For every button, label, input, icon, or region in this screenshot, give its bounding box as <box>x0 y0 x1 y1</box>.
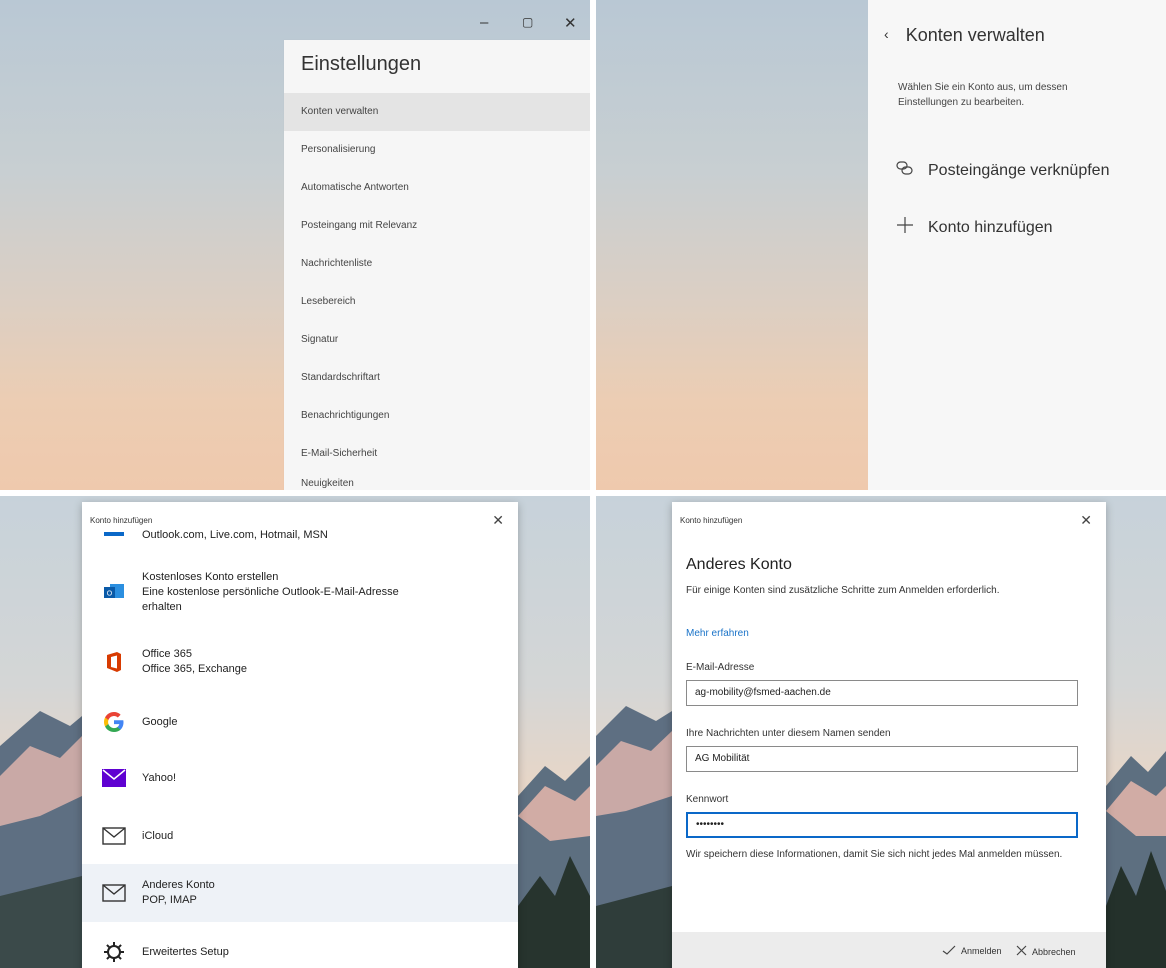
add-account-dialog: Konto hinzufügen ✕ Outlook.com, Live.com… <box>82 502 518 968</box>
dialog-footer: Anmelden Abbrechen <box>672 932 1106 968</box>
manage-accounts-description: Wählen Sie ein Konto aus, um dessen Eins… <box>898 82 1068 108</box>
settings-item-lesebereich[interactable]: Lesebereich <box>284 283 590 321</box>
settings-item-benachrichtigungen[interactable]: Benachrichtigungen <box>284 397 590 435</box>
office365-icon <box>102 650 126 674</box>
provider-label: Google <box>142 715 178 728</box>
provider-yahoo[interactable]: Yahoo! <box>82 758 518 798</box>
link-inboxes-button[interactable]: Posteingänge verknüpfen <box>896 160 1109 181</box>
settings-screenshot: – ▢ ✕ Einstellungen Konten verwalten Per… <box>0 0 590 490</box>
manage-accounts-screenshot: ‹ Konten verwalten Wählen Sie ein Konto … <box>596 0 1166 490</box>
form-heading: Anderes Konto <box>686 556 792 573</box>
email-label: E-Mail-Adresse <box>686 662 755 673</box>
svg-text:O: O <box>107 591 113 598</box>
manage-accounts-title: Konten verwalten <box>905 25 1045 45</box>
outlook-new-icon: O <box>102 580 126 604</box>
settings-item-personalisierung[interactable]: Personalisierung <box>284 131 590 169</box>
other-account-form-screenshot: Konto hinzufügen ✕ Anderes Konto Für ein… <box>596 496 1166 968</box>
outlook-bar-icon <box>102 523 126 547</box>
other-account-dialog: Konto hinzufügen ✕ Anderes Konto Für ein… <box>672 502 1106 968</box>
google-icon <box>102 710 126 734</box>
manage-accounts-header: ‹ Konten verwalten <box>884 25 1045 46</box>
settings-title: Einstellungen <box>301 53 422 75</box>
provider-label: Yahoo! <box>142 771 177 784</box>
email-field[interactable]: ag-mobility@fsmed-aachen.de <box>686 680 1078 706</box>
checkmark-icon <box>942 945 956 957</box>
settings-item-standardschriftart[interactable]: Standardschriftart <box>284 359 590 397</box>
provider-advanced-setup[interactable]: Erweitertes Setup <box>82 934 518 968</box>
provider-sublabel: Eine kostenlose persönliche Outlook-E-Ma… <box>142 585 399 598</box>
provider-label: Outlook.com, Live.com, Hotmail, MSN <box>142 528 328 541</box>
back-chevron-icon[interactable]: ‹ <box>884 26 889 42</box>
provider-text: Anderes Konto POP, IMAP <box>142 878 215 908</box>
save-info-note: Wir speichern diese Informationen, damit… <box>686 849 1063 860</box>
settings-item-email-sicherheit[interactable]: E-Mail-Sicherheit <box>284 435 590 473</box>
settings-item-signatur[interactable]: Signatur <box>284 321 590 359</box>
sign-in-button[interactable]: Anmelden <box>942 945 1002 957</box>
maximize-button[interactable]: ▢ <box>522 15 533 29</box>
provider-sublabel-cont: erhalten <box>142 600 182 613</box>
provider-create-account[interactable]: O Kostenloses Konto erstellen Eine koste… <box>82 564 518 620</box>
settings-item-neuigkeiten[interactable]: Neuigkeiten <box>284 473 590 490</box>
dialog-title: Konto hinzufügen <box>680 516 743 525</box>
mail-envelope-icon <box>102 824 126 848</box>
provider-label: Kostenloses Konto erstellen <box>142 570 279 583</box>
provider-text: Office 365 Office 365, Exchange <box>142 647 247 677</box>
provider-sublabel: Office 365, Exchange <box>142 663 247 675</box>
settings-item-posteingang-relevanz[interactable]: Posteingang mit Relevanz <box>284 207 590 245</box>
settings-item-nachrichtenliste[interactable]: Nachrichtenliste <box>284 245 590 283</box>
add-account-label: Konto hinzufügen <box>928 218 1053 236</box>
provider-office365[interactable]: Office 365 Office 365, Exchange <box>82 642 518 682</box>
gear-icon <box>102 940 126 964</box>
password-field[interactable]: •••••••• <box>686 812 1078 838</box>
settings-item-konten-verwalten[interactable]: Konten verwalten <box>284 93 590 131</box>
yahoo-icon <box>102 766 126 790</box>
settings-panel: Einstellungen Konten verwalten Personali… <box>284 40 590 490</box>
provider-text: Kostenloses Konto erstellen Eine kostenl… <box>142 570 399 615</box>
settings-item-automatische-antworten[interactable]: Automatische Antworten <box>284 169 590 207</box>
provider-outlook[interactable]: Outlook.com, Live.com, Hotmail, MSN <box>82 524 518 546</box>
add-account-list-screenshot: Konto hinzufügen ✕ Outlook.com, Live.com… <box>0 496 590 968</box>
form-intro: Für einige Konten sind zusätzliche Schri… <box>686 585 1000 596</box>
password-label: Kennwort <box>686 794 729 805</box>
close-button[interactable]: ✕ <box>564 14 577 32</box>
manage-accounts-panel: ‹ Konten verwalten Wählen Sie ein Konto … <box>868 0 1166 490</box>
add-account-button[interactable]: Konto hinzufügen <box>896 216 1053 239</box>
cancel-x-icon <box>1016 945 1027 958</box>
sign-in-label: Anmelden <box>961 946 1002 956</box>
cancel-button[interactable]: Abbrechen <box>1016 945 1076 958</box>
provider-label: Office 365 <box>142 648 192 660</box>
mail-envelope-icon <box>102 881 126 905</box>
plus-icon <box>896 216 914 239</box>
provider-sublabel: POP, IMAP <box>142 894 197 906</box>
display-name-field[interactable]: AG Mobilität <box>686 746 1078 772</box>
provider-label: iCloud <box>142 829 174 842</box>
provider-google[interactable]: Google <box>82 702 518 742</box>
link-icon <box>896 160 914 181</box>
provider-label: Anderes Konto <box>142 879 215 891</box>
provider-other-account[interactable]: Anderes Konto POP, IMAP <box>82 864 518 922</box>
close-icon[interactable]: ✕ <box>1080 512 1092 529</box>
display-name-label: Ihre Nachrichten unter diesem Namen send… <box>686 728 891 739</box>
link-inboxes-label: Posteingänge verknüpfen <box>928 161 1110 179</box>
provider-label: Erweitertes Setup <box>142 945 229 958</box>
cancel-label: Abbrechen <box>1032 946 1076 957</box>
minimize-button[interactable]: – <box>480 14 488 31</box>
learn-more-link[interactable]: Mehr erfahren <box>686 628 749 639</box>
provider-icloud[interactable]: iCloud <box>82 816 518 856</box>
